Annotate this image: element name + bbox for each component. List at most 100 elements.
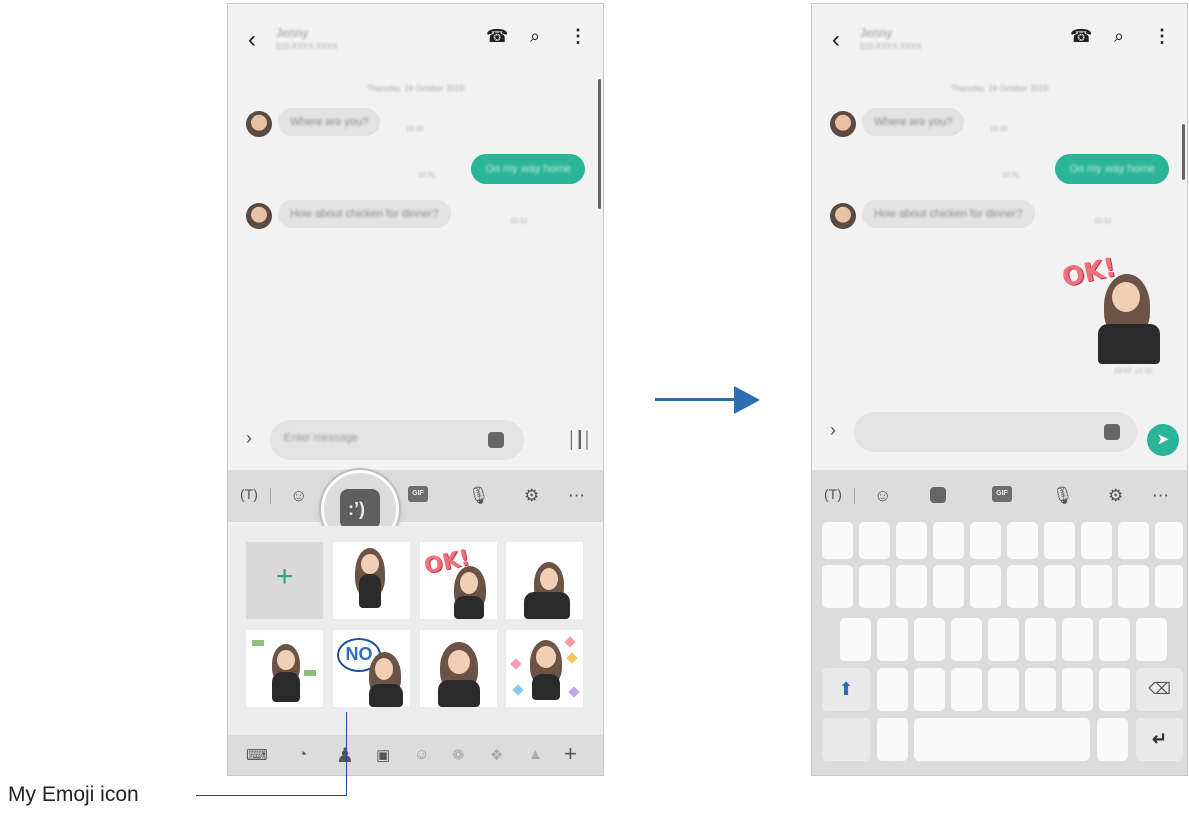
- key[interactable]: [822, 565, 853, 608]
- avatar[interactable]: [246, 111, 272, 137]
- avatar[interactable]: [830, 111, 856, 137]
- key[interactable]: [1062, 618, 1093, 661]
- key[interactable]: [933, 522, 964, 559]
- sticker-icon[interactable]: [488, 432, 504, 448]
- key[interactable]: [1136, 618, 1167, 661]
- backspace-key-icon[interactable]: ⌫: [1136, 668, 1183, 711]
- key[interactable]: [970, 522, 1001, 559]
- back-chevron-icon[interactable]: ‹: [248, 26, 256, 54]
- sticker-icon[interactable]: :’): [340, 489, 380, 529]
- ghost-sticker-icon[interactable]: ▲: [528, 746, 543, 763]
- text-correction-icon[interactable]: (T): [824, 486, 842, 502]
- scroll-indicator[interactable]: [1182, 124, 1185, 180]
- key[interactable]: [1044, 522, 1075, 559]
- avatar[interactable]: [830, 203, 856, 229]
- more-vert-icon[interactable]: ⋮: [1153, 26, 1171, 47]
- sticker-icon[interactable]: [930, 487, 946, 503]
- expand-chevron-icon[interactable]: ›: [830, 420, 836, 441]
- sticker-pack-icon[interactable]: ☺: [414, 746, 429, 763]
- enter-key-icon[interactable]: ↵: [1136, 718, 1183, 761]
- sent-emoji-sticker[interactable]: OK!: [1058, 244, 1176, 372]
- symbols-key[interactable]: [822, 718, 870, 761]
- emoji-sticker-shy[interactable]: [420, 630, 497, 707]
- sticker-pack-icon[interactable]: ❖: [490, 746, 503, 764]
- key[interactable]: [933, 565, 964, 608]
- key[interactable]: [877, 618, 908, 661]
- emoji-sticker-hearts[interactable]: [506, 630, 583, 707]
- key[interactable]: [822, 522, 853, 559]
- message-input[interactable]: Enter message: [270, 420, 524, 460]
- message-bubble-incoming[interactable]: Where are you?: [862, 108, 965, 136]
- key[interactable]: [1044, 565, 1075, 608]
- more-vert-icon[interactable]: ⋮: [569, 26, 587, 47]
- message-bubble-incoming[interactable]: How about chicken for dinner?: [862, 200, 1035, 228]
- key[interactable]: [1062, 668, 1093, 711]
- text-correction-icon[interactable]: (T): [240, 486, 258, 502]
- phone-icon[interactable]: ☎: [486, 26, 508, 47]
- add-sticker-tile[interactable]: +: [246, 542, 323, 619]
- microphone-icon[interactable]: 🎙︎: [1052, 486, 1074, 506]
- key[interactable]: [1081, 565, 1112, 608]
- key[interactable]: [1099, 668, 1130, 711]
- key[interactable]: [877, 668, 908, 711]
- key[interactable]: [1025, 668, 1056, 711]
- my-emoji-icon[interactable]: ♟: [336, 743, 354, 768]
- add-icon[interactable]: +: [564, 741, 577, 767]
- emoji-sticker-ok[interactable]: OK!: [420, 542, 497, 619]
- key[interactable]: [1118, 522, 1149, 559]
- key[interactable]: [896, 565, 927, 608]
- gif-icon[interactable]: GIF: [408, 486, 428, 502]
- gif-icon[interactable]: GIF: [992, 486, 1012, 502]
- key[interactable]: [859, 522, 890, 559]
- search-icon[interactable]: ⌕: [530, 26, 540, 47]
- more-horizontal-icon[interactable]: ⋯: [568, 486, 585, 506]
- key[interactable]: [1007, 565, 1038, 608]
- settings-gear-icon[interactable]: ⚙: [1108, 486, 1123, 506]
- message-bubble-outgoing[interactable]: On my way home: [1055, 154, 1169, 184]
- key[interactable]: [840, 618, 871, 661]
- key[interactable]: [1081, 522, 1112, 559]
- recent-clock-icon[interactable]: ◔: [298, 746, 307, 763]
- emoji-sticker-wave[interactable]: [506, 542, 583, 619]
- space-key[interactable]: [914, 718, 1090, 761]
- key[interactable]: [914, 618, 945, 661]
- emoji-icon[interactable]: ☺: [874, 486, 891, 506]
- back-chevron-icon[interactable]: ‹: [832, 26, 840, 54]
- key[interactable]: [1155, 522, 1183, 559]
- message-bubble-incoming[interactable]: Where are you?: [278, 108, 381, 136]
- key[interactable]: [1118, 565, 1149, 608]
- emoji-icon[interactable]: ☺: [290, 486, 307, 506]
- key[interactable]: [896, 522, 927, 559]
- key[interactable]: [1099, 618, 1130, 661]
- key[interactable]: [914, 668, 945, 711]
- key[interactable]: [1155, 565, 1183, 608]
- key[interactable]: [951, 668, 982, 711]
- scroll-indicator[interactable]: [598, 79, 601, 209]
- search-icon[interactable]: ⌕: [1114, 26, 1124, 47]
- key[interactable]: [1097, 718, 1128, 761]
- shift-key-icon[interactable]: ⬆︎: [822, 668, 870, 711]
- bunny-sticker-icon[interactable]: ❁: [452, 746, 465, 764]
- avatar[interactable]: [246, 203, 272, 229]
- more-horizontal-icon[interactable]: ⋯: [1152, 486, 1169, 506]
- key[interactable]: [877, 718, 908, 761]
- phone-icon[interactable]: ☎: [1070, 26, 1092, 47]
- message-input[interactable]: [854, 412, 1137, 452]
- keyboard-icon[interactable]: ⌨: [246, 746, 268, 764]
- emoji-sticker-no[interactable]: NO: [333, 630, 410, 707]
- key[interactable]: [988, 618, 1019, 661]
- expand-chevron-icon[interactable]: ›: [246, 428, 252, 449]
- settings-gear-icon[interactable]: ⚙: [524, 486, 539, 506]
- microphone-icon[interactable]: 🎙︎: [468, 486, 490, 506]
- key[interactable]: [988, 668, 1019, 711]
- waveform-icon[interactable]: │┃│: [567, 430, 593, 450]
- key[interactable]: [1007, 522, 1038, 559]
- key[interactable]: [1025, 618, 1056, 661]
- key[interactable]: [859, 565, 890, 608]
- message-bubble-incoming[interactable]: How about chicken for dinner?: [278, 200, 451, 228]
- send-icon[interactable]: ➤: [1147, 424, 1179, 456]
- sticker-pack-icon[interactable]: ▣: [376, 746, 390, 764]
- emoji-sticker[interactable]: [333, 542, 410, 619]
- message-bubble-outgoing[interactable]: On my way home: [471, 154, 585, 184]
- sticker-icon[interactable]: [1104, 424, 1120, 440]
